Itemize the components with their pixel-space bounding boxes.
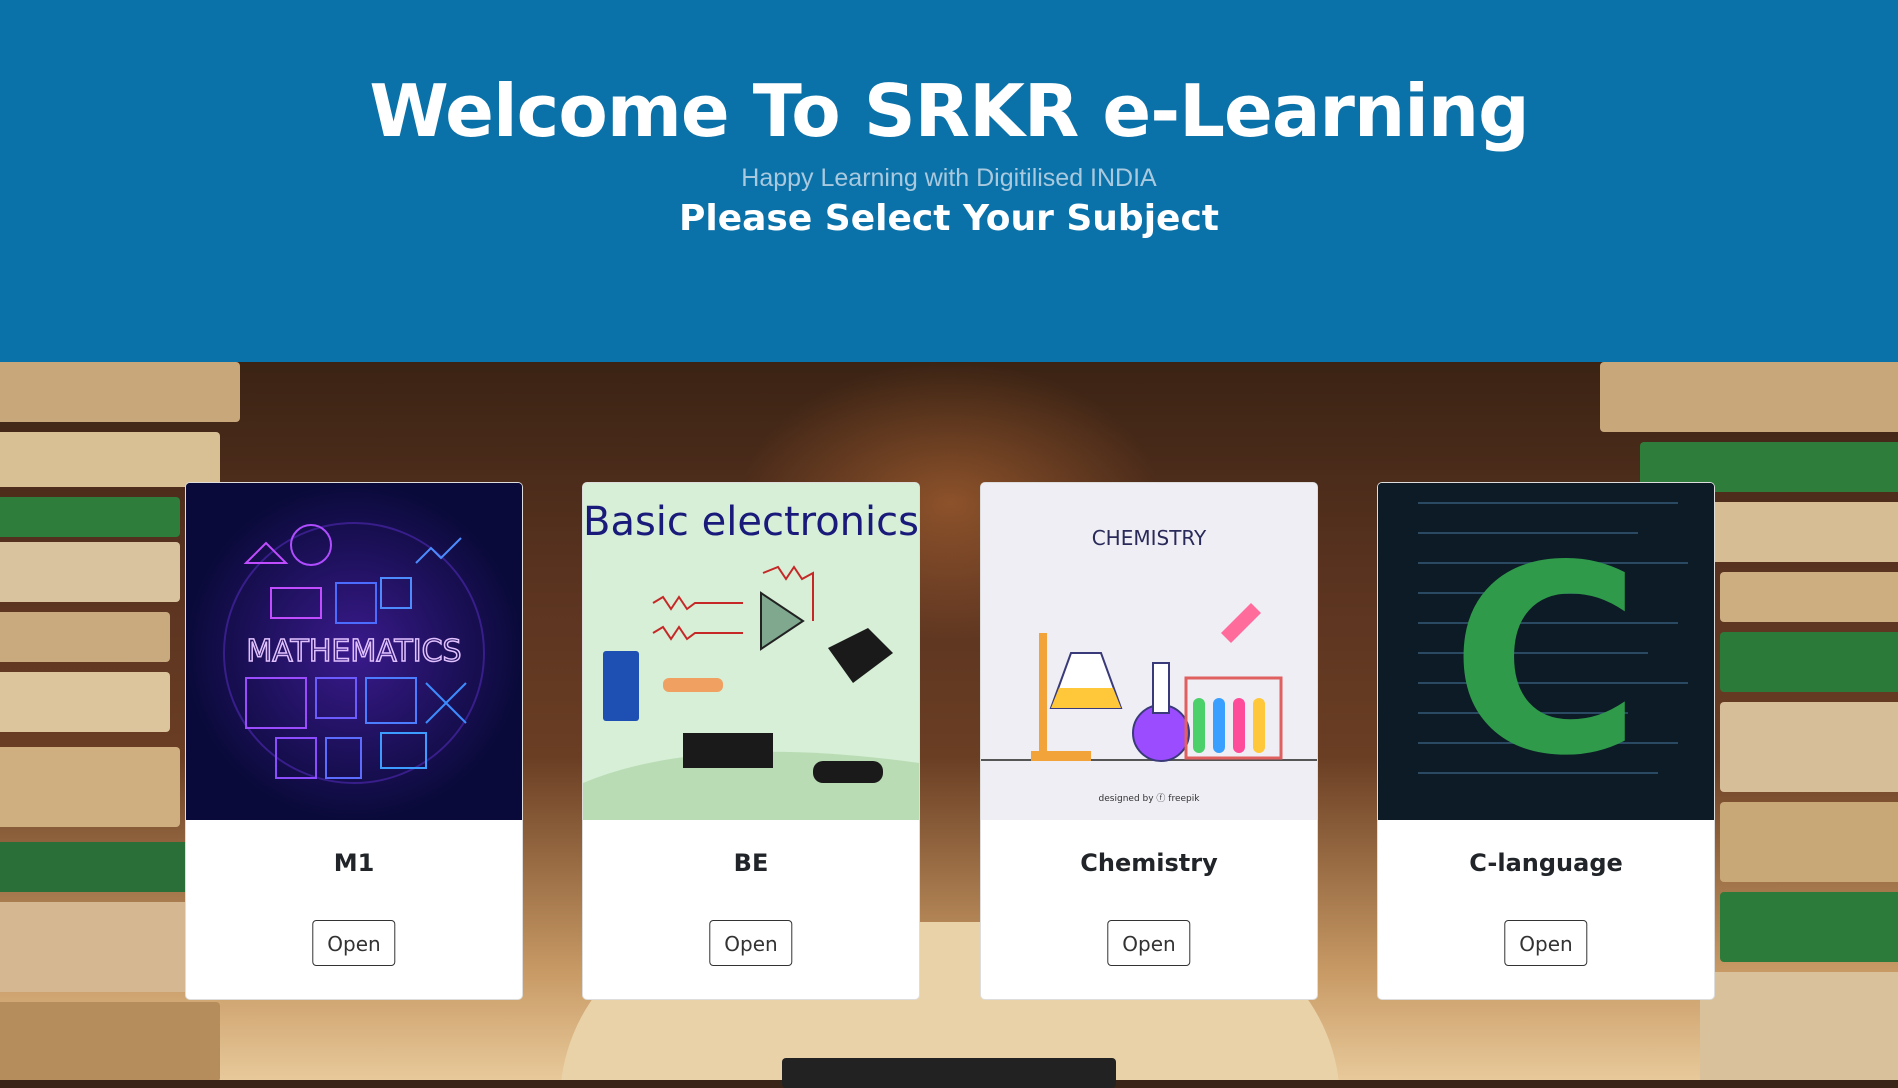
svg-text:CHEMISTRY: CHEMISTRY xyxy=(1092,526,1207,550)
page-title: Welcome To SRKR e-Learning xyxy=(369,69,1529,153)
c-language-image: C xyxy=(1378,483,1714,820)
subject-title: Chemistry xyxy=(1080,849,1218,877)
mathematics-image: MATHEMATICS xyxy=(186,483,522,820)
chemistry-image: CHEMISTRY designed by ⓕ freepik xyxy=(981,483,1317,820)
select-subject-heading: Please Select Your Subject xyxy=(678,198,1220,239)
subject-card-c-language: C C-language Open xyxy=(1377,482,1715,1000)
svg-text:designed by ⓕ freepik: designed by ⓕ freepik xyxy=(1099,793,1201,804)
open-be-button[interactable]: Open xyxy=(709,920,793,966)
open-c-language-button[interactable]: Open xyxy=(1504,920,1588,966)
subject-card-chemistry: CHEMISTRY designed by ⓕ freepik Chemistr… xyxy=(980,482,1318,1000)
basic-electronics-image: Basic electronics xyxy=(583,483,919,820)
bottom-tab xyxy=(782,1058,1116,1088)
hero-banner: Welcome To SRKR e-Learning Happy Learnin… xyxy=(0,0,1898,362)
subject-card-m1: MATHEMATICS M1 Open xyxy=(185,482,523,1000)
subject-title: BE xyxy=(733,849,769,877)
tagline: Happy Learning with Digitilised INDIA xyxy=(741,164,1157,192)
subject-card-be: Basic electronics BE Open xyxy=(582,482,920,1000)
subject-title: M1 xyxy=(333,849,375,877)
svg-text:MATHEMATICS: MATHEMATICS xyxy=(246,634,461,669)
open-m1-button[interactable]: Open xyxy=(312,920,396,966)
subject-title: C-language xyxy=(1469,849,1623,877)
svg-text:C: C xyxy=(1451,511,1642,813)
svg-text:Basic electronics: Basic electronics xyxy=(583,499,919,545)
open-chemistry-button[interactable]: Open xyxy=(1107,920,1191,966)
